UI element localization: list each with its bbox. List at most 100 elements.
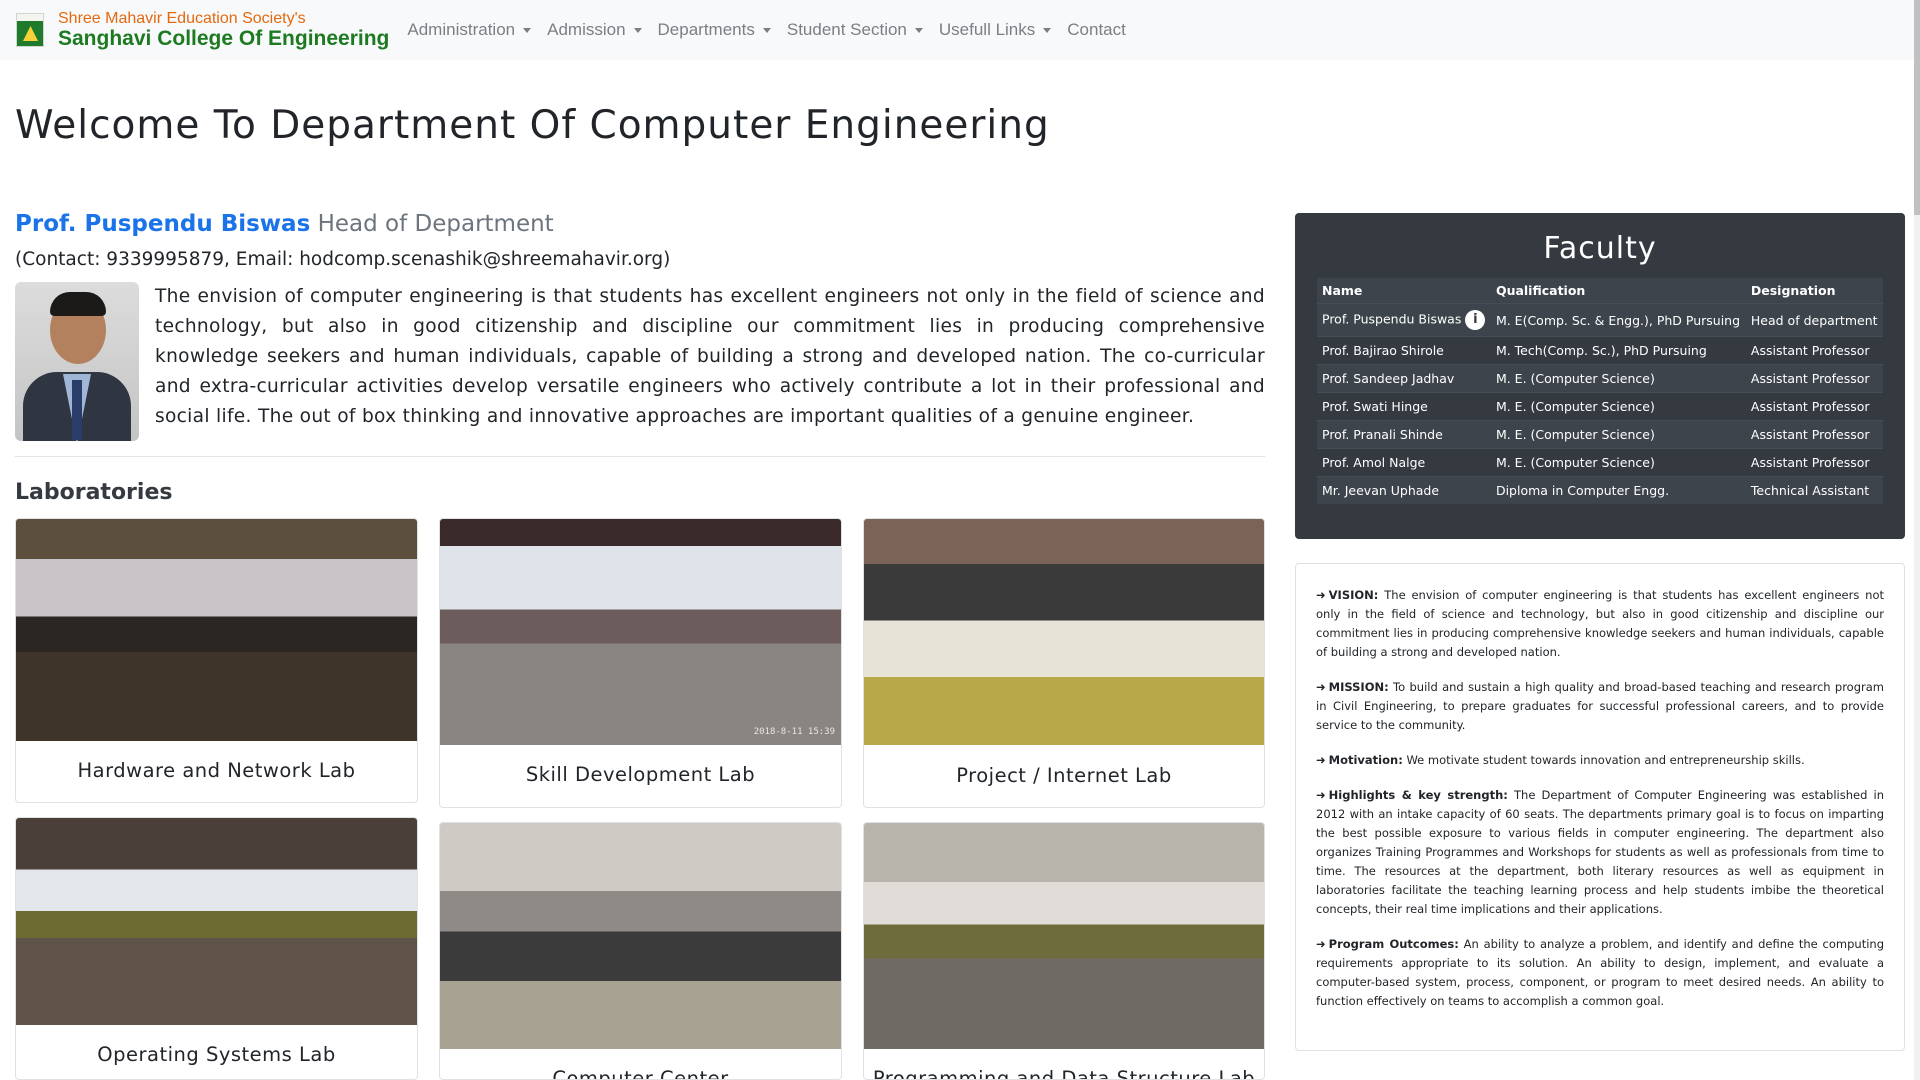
vision-paragraph: ➜ VISION: The envision of computer engine… [1316,586,1884,662]
vision-text: The envision of computer engineering is … [1316,588,1885,659]
motivation-text: We motivate student towards innovation a… [1406,753,1805,767]
lab-label: Skill Development Lab [525,763,756,786]
labs-heading: Laboratories [15,480,173,505]
divider [15,456,1265,457]
lab-card-skill-development[interactable]: 2018-8-11 15:39 Skill Development Lab [439,518,842,808]
hod-role: Head of Department [317,211,554,237]
hod-photo [15,282,139,441]
mission-title: MISSION: [1328,680,1389,694]
faculty-qualification: M. E. (Computer Science) [1490,448,1746,477]
table-row: Prof. Puspendu Biswas i M. E(Comp. Sc. & … [1317,303,1883,337]
table-row: Mr. Jeevan Uphade Diploma in Computer En… [1317,476,1883,504]
department-intro: The envision of computer engineering is … [155,286,1265,427]
brand[interactable]: Shree Mahavir Education Society's Sangha… [16,10,389,51]
chevron-down-icon [523,27,532,33]
page-title: Welcome To Department Of Computer Engine… [15,103,1050,148]
faculty-qualification: M. Tech(Comp. Sc.), PhD Pursuing [1490,336,1746,365]
motivation-title: Motivation: [1328,753,1403,767]
faculty-name: Prof. Sandeep Jadhav [1317,364,1491,393]
lab-card-operating-systems[interactable]: Operating Systems Lab [15,817,418,1080]
table-row: Prof. Bajirao Shirole M. Tech(Comp. Sc.)… [1317,336,1883,365]
vision-title: VISION: [1328,588,1379,602]
faculty-qualification: M. E. (Computer Science) [1490,420,1746,449]
faculty-qualification: M. E(Comp. Sc. & Engg.), PhD Pursuing [1490,303,1746,337]
highlights-paragraph: ➜ Highlights & key strength: The Departme… [1316,786,1884,919]
info-icon[interactable]: i [1465,310,1486,330]
lab-label: Project / Internet Lab [956,764,1172,787]
college-logo [16,13,44,47]
lab-photo [864,519,1264,745]
lab-photo [440,823,841,1049]
faculty-heading: Faculty [1543,231,1657,266]
faculty-name: Prof. Amol Nalge [1317,448,1491,477]
lab-photo [16,818,417,1025]
lab-label: Computer Center [552,1067,729,1080]
nav-usefull-links[interactable]: Usefull Links [931,20,1059,40]
arrow-right-icon: ➜ [1316,753,1326,767]
faculty-designation: Assistant Professor [1745,448,1883,477]
faculty-qualification: M. E. (Computer Science) [1490,364,1746,393]
faculty-name: Prof. Swati Hinge [1317,392,1491,421]
table-row: Prof. Pranali Shinde M. E. (Computer Sci… [1317,420,1883,449]
column-header: Qualification [1490,278,1746,304]
faculty-name: Prof. Pranali Shinde [1317,420,1491,449]
lab-card-hardware-network[interactable]: Hardware and Network Lab [15,518,418,803]
faculty-designation: Assistant Professor [1745,364,1883,393]
brand-society-name: Shree Mahavir Education Society's [58,9,306,27]
faculty-designation: Assistant Professor [1745,420,1883,449]
faculty-qualification: Diploma in Computer Engg. [1490,476,1746,504]
table-row: Prof. Sandeep Jadhav M. E. (Computer Sci… [1317,364,1883,393]
arrow-right-icon: ➜ [1316,680,1326,694]
faculty-designation: Assistant Professor [1745,336,1883,365]
faculty-table: Name Qualification Designation Prof. Pus… [1317,278,1883,504]
outcomes-title: Program Outcomes: [1328,937,1459,951]
faculty-name: Prof. Puspendu Biswas [1322,311,1462,327]
scrollbar[interactable] [1914,0,1920,1080]
faculty-panel: Faculty Name Qualification Designation P… [1295,213,1905,539]
motivation-paragraph: ➜ Motivation: We motivate student towards… [1316,751,1884,770]
lab-card-programming-data-structure[interactable]: Programming and Data Structure Lab [863,822,1265,1080]
brand-college-name: Sanghavi College Of Engineering [58,27,390,51]
chevron-down-icon [914,27,923,33]
column-header: Designation [1745,278,1883,304]
chevron-down-icon [762,27,771,33]
hod-contact: (Contact: 9339995879, Email: hodcomp.sce… [15,249,671,270]
lab-label: Programming and Data Structure Lab [872,1067,1256,1080]
nav-student-section[interactable]: Student Section [779,20,931,40]
lab-label: Operating Systems Lab [97,1043,336,1066]
nav-menu: Administration Admission Departments Stu… [399,20,1133,40]
mission-text: To build and sustain a high quality and … [1316,680,1884,732]
vision-mission-panel: ➜ VISION: The envision of computer engine… [1295,563,1905,1051]
navbar: Shree Mahavir Education Society's Sangha… [0,0,1920,60]
table-row: Prof. Amol Nalge M. E. (Computer Science… [1317,448,1883,477]
lab-photo [864,823,1264,1049]
lab-photo [440,519,841,745]
highlights-title: Highlights & key strength: [1328,788,1508,802]
column-header: Name [1317,278,1491,304]
lab-label: Hardware and Network Lab [77,759,356,782]
photo-timestamp: 2018-8-11 15:39 [753,727,835,737]
chevron-down-icon [633,27,642,33]
scrollbar-thumb[interactable] [1914,0,1920,215]
lab-card-project-internet[interactable]: Project / Internet Lab [863,518,1265,808]
highlights-text: The Department of Computer Engineering w… [1316,788,1884,916]
hod-heading: Prof. Puspendu Biswas Head of Department [15,211,554,237]
faculty-qualification: M. E. (Computer Science) [1490,392,1746,421]
nav-administration[interactable]: Administration [399,20,539,40]
faculty-designation: Assistant Professor [1745,392,1883,421]
mission-paragraph: ➜ MISSION: To build and sustain a high qu… [1316,678,1884,735]
arrow-right-icon: ➜ [1316,937,1326,951]
lab-photo [16,519,417,741]
hod-name: Prof. Puspendu Biswas [15,211,311,237]
arrow-right-icon: ➜ [1316,588,1326,602]
arrow-right-icon: ➜ [1316,788,1326,802]
nav-contact[interactable]: Contact [1059,20,1134,40]
faculty-designation: Technical Assistant [1745,476,1883,504]
nav-admission[interactable]: Admission [539,20,649,40]
table-row: Prof. Swati Hinge M. E. (Computer Scienc… [1317,392,1883,421]
faculty-name: Mr. Jeevan Uphade [1317,476,1491,504]
lab-card-computer-center[interactable]: Computer Center [439,822,842,1080]
nav-departments[interactable]: Departments [650,20,779,40]
faculty-designation: Head of department [1745,303,1883,337]
outcomes-paragraph: ➜ Program Outcomes: An ability to analyze… [1316,935,1884,1011]
